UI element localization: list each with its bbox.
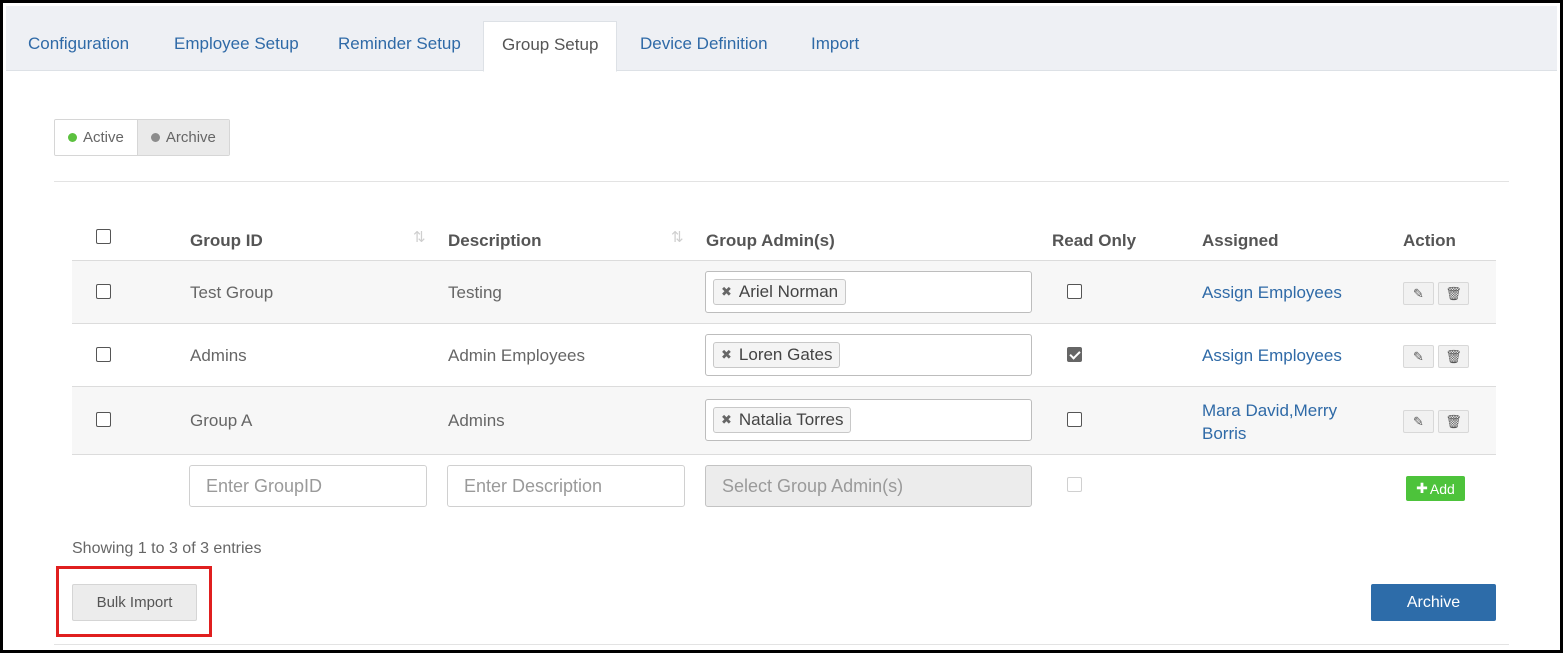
- row-checkbox[interactable]: [96, 284, 111, 299]
- edit-button[interactable]: ✎: [1403, 345, 1434, 368]
- entries-info: Showing 1 to 3 of 3 entries: [72, 540, 262, 557]
- edit-button[interactable]: ✎: [1403, 282, 1434, 305]
- column-header-assigned: Assigned: [1202, 231, 1279, 250]
- group-id-cell: Group A: [190, 411, 253, 430]
- description-cell: Admins: [448, 411, 505, 430]
- read-only-checkbox[interactable]: [1067, 284, 1082, 299]
- select-all-checkbox[interactable]: [96, 229, 111, 244]
- assign-employees-link[interactable]: Assign Employees: [1202, 346, 1342, 366]
- column-header-group-admins: Group Admin(s): [706, 231, 835, 250]
- remove-x-icon[interactable]: ✖: [721, 412, 732, 428]
- admin-chip: ✖ Ariel Norman: [713, 279, 847, 305]
- column-header-read-only: Read Only: [1052, 231, 1137, 250]
- plus-icon: ✚: [1416, 480, 1428, 496]
- group-id-cell: Test Group: [190, 283, 274, 302]
- description-input[interactable]: [447, 465, 685, 507]
- row-divider: [72, 454, 1496, 455]
- description-cell: Admin Employees: [448, 346, 586, 365]
- admin-chip-label: Ariel Norman: [738, 282, 839, 301]
- archive-filter-button[interactable]: Archive: [136, 120, 229, 155]
- trash-icon: 🗑: [1445, 348, 1462, 364]
- admin-chip: ✖ Loren Gates: [713, 342, 841, 368]
- active-filter-button[interactable]: Active: [55, 120, 137, 155]
- tab-reminder-setup[interactable]: Reminder Setup: [338, 34, 461, 54]
- read-only-checkbox[interactable]: [1067, 477, 1082, 492]
- assign-employees-link[interactable]: Assign Employees: [1202, 283, 1342, 303]
- status-toggle: Active Archive: [54, 119, 230, 156]
- pencil-icon: ✎: [1413, 285, 1424, 301]
- group-id-cell: Admins: [190, 346, 247, 365]
- tab-configuration[interactable]: Configuration: [28, 34, 129, 54]
- tab-import[interactable]: Import: [811, 34, 859, 54]
- delete-button[interactable]: 🗑: [1438, 345, 1469, 368]
- column-header-group-id[interactable]: Group ID: [190, 231, 263, 251]
- trash-icon: 🗑: [1445, 285, 1462, 301]
- divider: [54, 644, 1509, 645]
- assigned-employees-line: Mara David,Merry: [1202, 401, 1338, 420]
- divider: [54, 181, 1509, 182]
- archive-filter-label: Archive: [165, 129, 216, 146]
- read-only-checkbox[interactable]: [1067, 347, 1082, 362]
- column-header-description[interactable]: Description: [448, 231, 542, 251]
- group-admin-select-input[interactable]: [705, 465, 1032, 507]
- group-admin-select[interactable]: ✖ Natalia Torres: [705, 399, 1032, 441]
- delete-button[interactable]: 🗑: [1438, 282, 1469, 305]
- remove-x-icon[interactable]: ✖: [721, 347, 732, 363]
- add-button[interactable]: ✚ Add: [1406, 476, 1465, 501]
- trash-icon: 🗑: [1445, 413, 1462, 429]
- gray-dot-icon: [150, 133, 160, 142]
- row-checkbox[interactable]: [96, 347, 111, 362]
- read-only-checkbox[interactable]: [1067, 412, 1082, 427]
- group-admin-select[interactable]: ✖ Loren Gates: [705, 334, 1032, 376]
- assigned-employees-line: Borris: [1202, 424, 1247, 443]
- pencil-icon: ✎: [1413, 413, 1424, 429]
- tab-device-definition[interactable]: Device Definition: [640, 34, 768, 54]
- remove-x-icon[interactable]: ✖: [721, 284, 732, 300]
- tab-employee-setup[interactable]: Employee Setup: [174, 34, 299, 54]
- app-frame: Configuration Employee Setup Reminder Se…: [0, 0, 1563, 653]
- green-dot-icon: [68, 133, 77, 142]
- admin-chip: ✖ Natalia Torres: [713, 407, 852, 433]
- pencil-icon: ✎: [1413, 348, 1424, 364]
- delete-button[interactable]: 🗑: [1438, 410, 1469, 433]
- sort-icon[interactable]: ⇅: [671, 228, 683, 246]
- admin-chip-label: Loren Gates: [738, 345, 833, 364]
- tab-group-setup[interactable]: Group Setup: [483, 21, 618, 72]
- assigned-employees-link[interactable]: Mara David,Merry Borris: [1202, 399, 1337, 445]
- highlight-box: [56, 566, 212, 637]
- description-cell: Testing: [448, 283, 502, 302]
- active-filter-label: Active: [83, 129, 124, 146]
- edit-button[interactable]: ✎: [1403, 410, 1434, 433]
- sort-icon[interactable]: ⇅: [413, 228, 425, 246]
- group-id-input[interactable]: [189, 465, 427, 507]
- row-checkbox[interactable]: [96, 412, 111, 427]
- group-admin-select[interactable]: ✖ Ariel Norman: [705, 271, 1032, 313]
- archive-button[interactable]: Archive: [1371, 584, 1496, 621]
- column-header-action: Action: [1403, 231, 1456, 250]
- admin-chip-label: Natalia Torres: [738, 410, 844, 429]
- add-button-label: Add: [1429, 480, 1455, 497]
- tab-bar: Configuration Employee Setup Reminder Se…: [6, 6, 1557, 72]
